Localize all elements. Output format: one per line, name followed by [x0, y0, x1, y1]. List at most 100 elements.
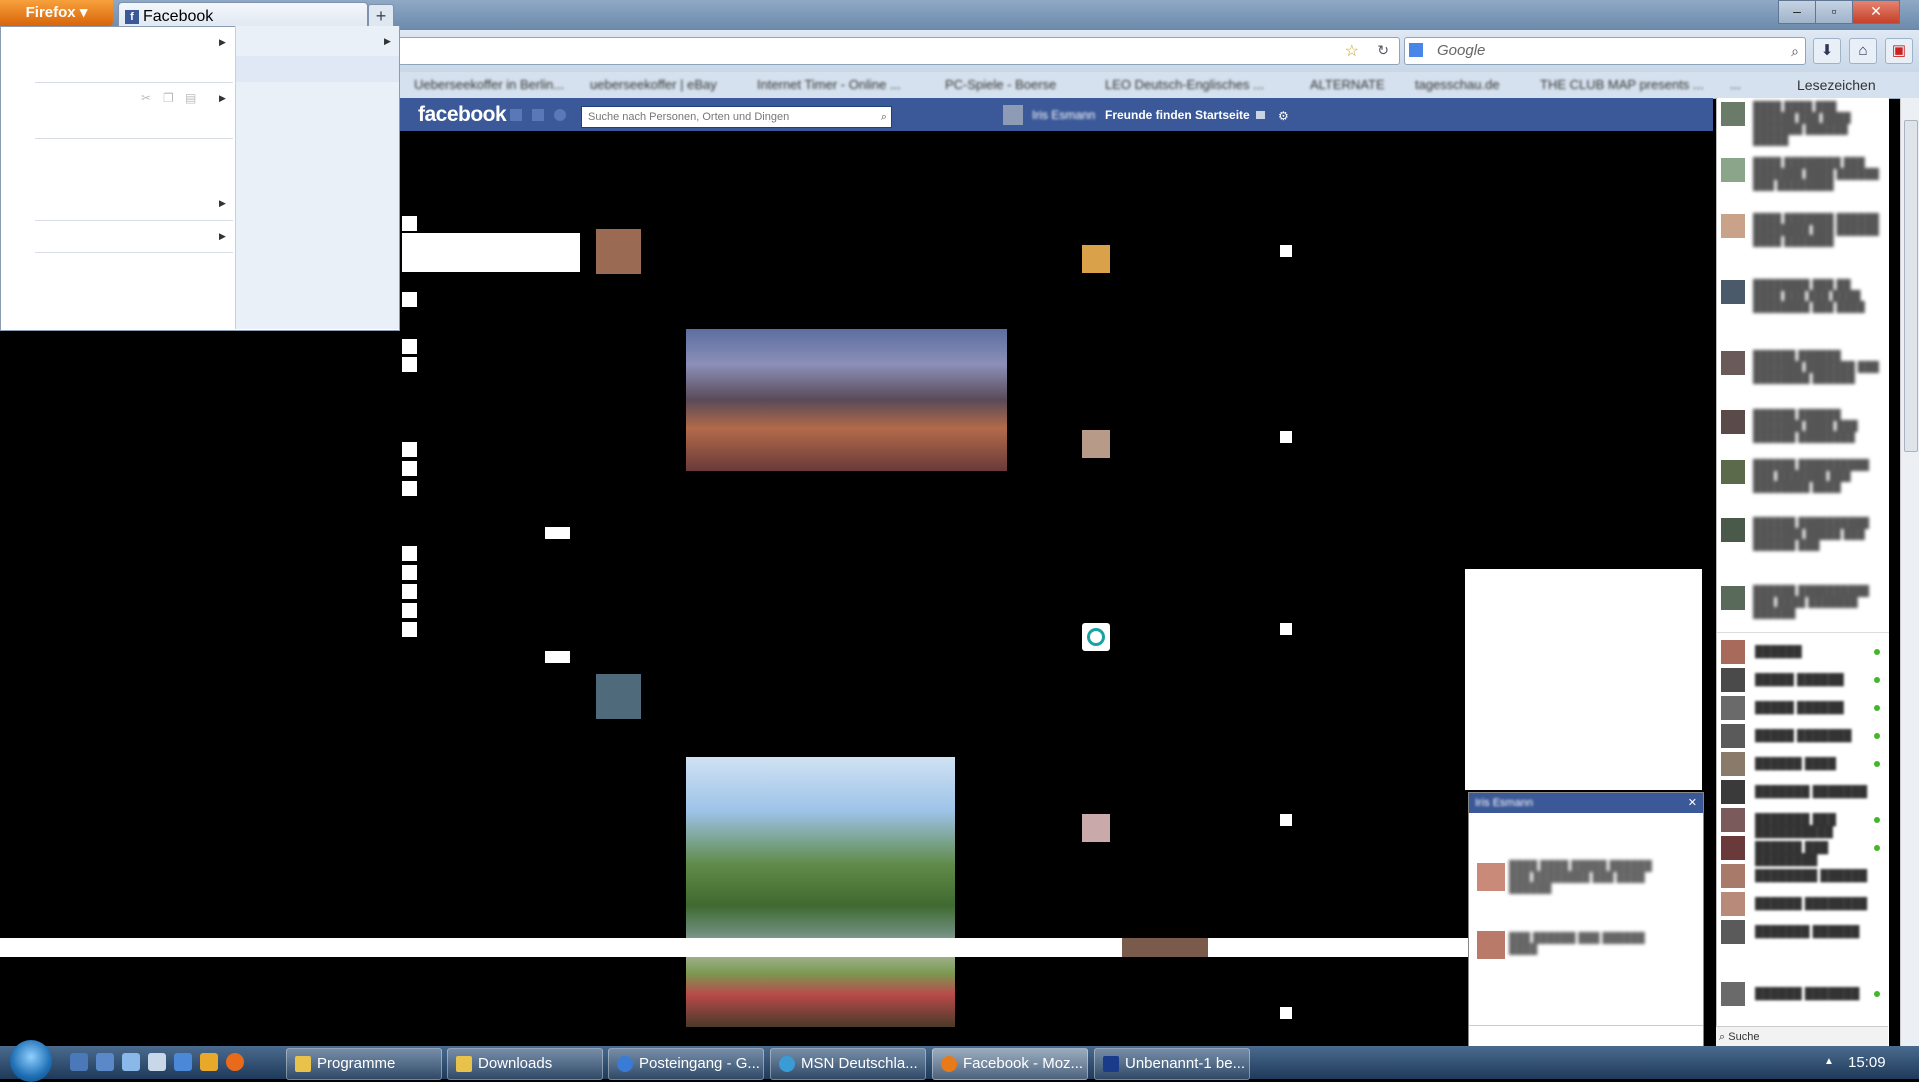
left-nav-item[interactable] — [402, 622, 417, 637]
left-nav-item[interactable] — [402, 603, 417, 618]
ticker-action[interactable] — [1280, 814, 1292, 826]
post-photo-park[interactable] — [686, 757, 955, 1027]
taskbar-button[interactable]: Programme — [286, 1048, 442, 1080]
left-nav-item[interactable] — [402, 461, 417, 476]
facebook-search-input[interactable]: Suche nach Personen, Orten und Dingen ⌕ — [581, 106, 892, 128]
bookmark-item[interactable]: Internet Timer - Online ... — [757, 72, 901, 98]
avatar[interactable] — [1003, 105, 1023, 125]
quicklaunch-icon[interactable] — [122, 1053, 140, 1071]
bookmark-item[interactable]: ueberseekoffer | eBay — [590, 72, 717, 98]
google-engine-icon[interactable] — [1409, 43, 1423, 57]
taskbar-button[interactable]: Posteingang - G... — [608, 1048, 764, 1080]
quicklaunch-icon[interactable] — [148, 1053, 166, 1071]
ticker-avatar[interactable] — [1082, 623, 1110, 651]
left-nav-more-link[interactable] — [545, 527, 570, 539]
left-nav-highlight[interactable] — [402, 233, 580, 272]
chat-friend[interactable]: █████ ██████ — [1721, 668, 1886, 694]
paste-icon[interactable]: ▤ — [185, 91, 196, 105]
bookmark-item[interactable]: Ueberseekoffer in Berlin... — [414, 72, 564, 98]
ticker-action[interactable] — [1280, 431, 1292, 443]
close-window-button[interactable]: ✕ — [1852, 0, 1900, 24]
bookmark-item[interactable]: THE CLUB MAP presents ... — [1540, 72, 1704, 98]
ticker-avatar[interactable] — [1082, 430, 1110, 458]
left-nav-item[interactable] — [402, 216, 417, 231]
post-photo-concert[interactable] — [686, 329, 1007, 471]
taskbar-button[interactable]: Downloads — [447, 1048, 603, 1080]
ticker-avatar[interactable] — [1082, 814, 1110, 842]
bookmark-item[interactable]: ALTERNATE — [1310, 72, 1385, 98]
ticker-action[interactable] — [1280, 1007, 1292, 1019]
quicklaunch-icon[interactable] — [200, 1053, 218, 1071]
search-go-icon[interactable]: ⌕ — [1791, 38, 1799, 64]
submenu-arrow-icon[interactable]: ▶ — [219, 37, 226, 48]
firefox-quicklaunch-icon[interactable] — [226, 1053, 244, 1071]
left-nav-item[interactable] — [402, 584, 417, 599]
chat-friend[interactable]: ██████ ███████ — [1721, 982, 1886, 1008]
left-nav-item[interactable] — [402, 292, 417, 307]
settings-gear-icon[interactable]: ⚙ — [1278, 109, 1289, 123]
messages-icon[interactable] — [532, 109, 544, 121]
privacy-shortcuts-icon[interactable] — [1256, 111, 1265, 119]
taskbar-button[interactable]: MSN Deutschla... — [770, 1048, 926, 1080]
minimize-button[interactable]: – — [1778, 0, 1816, 24]
scrollbar-thumb[interactable] — [1904, 120, 1918, 452]
chat-friend[interactable]: ████████ ██████ — [1721, 864, 1886, 890]
taskbar-button[interactable]: Facebook - Moz... — [932, 1048, 1088, 1080]
addon-icon[interactable]: ▣ — [1885, 38, 1913, 64]
bookmark-item[interactable]: PC-Spiele - Boerse — [945, 72, 1056, 98]
chat-friend[interactable]: ███████ ██████ — [1721, 920, 1886, 946]
left-nav-item[interactable] — [402, 546, 417, 561]
chat-friend[interactable]: ██████ ███ ████████ — [1721, 836, 1886, 866]
firefox-menu-button[interactable]: Firefox ▾ — [0, 0, 113, 26]
chat-window[interactable]: Iris Esmann ✕ ████ ████ █████ ██████ ███… — [1468, 792, 1704, 1048]
search-bar[interactable]: Google ⌕ — [1404, 37, 1806, 65]
home-link[interactable]: Startseite — [1195, 108, 1250, 122]
ticker-avatar[interactable] — [1082, 245, 1110, 273]
submenu-arrow-icon[interactable]: ▶ — [219, 231, 226, 242]
search-icon[interactable]: ⌕ — [875, 107, 887, 127]
left-nav-item[interactable] — [402, 565, 417, 580]
page-scrollbar[interactable] — [1900, 98, 1919, 1046]
left-nav-item[interactable] — [402, 339, 417, 354]
left-nav-more-link[interactable] — [545, 651, 570, 663]
chat-search-input[interactable]: ⌕ Suche — [1716, 1026, 1888, 1047]
url-bar[interactable]: ☆ ↻ — [398, 37, 1400, 65]
ticker-action[interactable] — [1280, 623, 1292, 635]
post-author-avatar[interactable] — [596, 674, 641, 719]
chat-friend[interactable]: ███████ ███ ██████████ — [1721, 808, 1886, 838]
bookmark-item[interactable]: ... — [1730, 72, 1741, 98]
downloads-icon[interactable]: ⬇ — [1813, 38, 1841, 64]
chat-friend[interactable]: █████ ███████ — [1721, 724, 1886, 750]
chat-header[interactable]: Iris Esmann ✕ — [1469, 793, 1703, 813]
system-clock[interactable]: 15:09 — [1848, 1048, 1886, 1078]
left-nav-item[interactable] — [402, 481, 417, 496]
copy-icon[interactable]: ❐ — [163, 91, 174, 105]
bookmarks-menu-label[interactable]: Lesezeichen — [1797, 72, 1876, 98]
chat-friend[interactable]: █████ ██████ — [1721, 696, 1886, 722]
home-icon[interactable]: ⌂ — [1849, 38, 1877, 64]
left-nav-item[interactable] — [402, 357, 417, 372]
tray-expand-icon[interactable]: ▲ — [1824, 1056, 1834, 1067]
close-icon[interactable]: ✕ — [1688, 793, 1697, 813]
post-thumbnail[interactable] — [1122, 938, 1208, 957]
ticker-action[interactable] — [1280, 245, 1292, 257]
submenu-arrow-icon[interactable]: ▶ — [219, 198, 226, 209]
chat-message-input[interactable] — [1469, 1025, 1703, 1048]
chat-friend[interactable]: ██████ ████████ — [1721, 892, 1886, 918]
post-author-avatar[interactable] — [596, 229, 641, 274]
profile-name-link[interactable]: Iris Esmann — [1032, 108, 1095, 122]
submenu-arrow-icon[interactable]: ▶ — [219, 93, 226, 104]
bookmark-item[interactable]: LEO Deutsch-Englisches ... — [1105, 72, 1264, 98]
left-nav-item[interactable] — [402, 442, 417, 457]
taskbar-button[interactable]: Unbenannt-1 be... — [1094, 1048, 1250, 1080]
show-desktop-icon[interactable] — [70, 1053, 88, 1071]
cut-icon[interactable]: ✂ — [141, 91, 151, 105]
reload-icon[interactable]: ↻ — [1377, 42, 1389, 59]
chat-friend[interactable]: ██████ — [1721, 640, 1886, 666]
facebook-logo[interactable]: facebook — [418, 103, 507, 127]
friend-requests-icon[interactable] — [510, 109, 522, 121]
maximize-button[interactable]: ▫ — [1815, 0, 1853, 24]
menu-item-highlight[interactable] — [236, 56, 399, 82]
start-button[interactable] — [10, 1040, 52, 1082]
bookmark-star-icon[interactable]: ☆ — [1345, 41, 1359, 61]
